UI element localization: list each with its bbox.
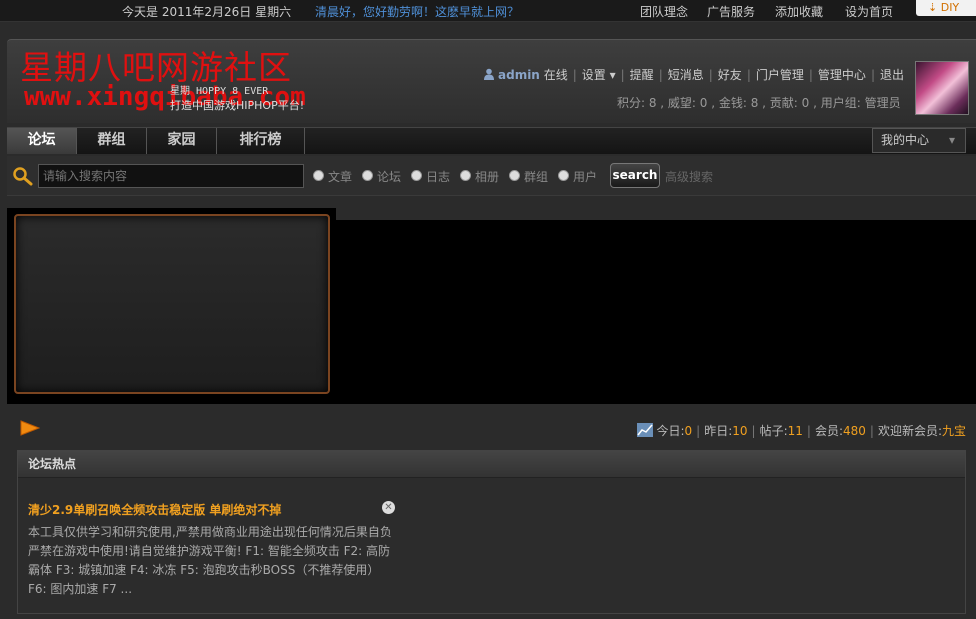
newest-member-label: 欢迎新会员: bbox=[877, 424, 942, 438]
search-type-blog-label: 日志 bbox=[426, 170, 451, 184]
user-menu: admin 在线 | 设置 ▾ | 提醒 | 短消息 | 好友 | 门户管理 | 管理中心 | 退出 bbox=[483, 66, 904, 83]
nav-tab-ranking[interactable]: 排行榜 bbox=[217, 128, 305, 154]
online-status: 在线 bbox=[543, 68, 568, 82]
chevron-down-icon: ▾ bbox=[948, 133, 955, 147]
search-type-album-radio[interactable] bbox=[460, 170, 471, 181]
notifications-link[interactable]: 提醒 bbox=[630, 68, 654, 82]
search-type-group-label: 群组 bbox=[524, 170, 549, 184]
admin-center-link[interactable]: 管理中心 bbox=[818, 68, 866, 82]
logout-link[interactable]: 退出 bbox=[880, 68, 904, 82]
members-label: 会员: bbox=[814, 424, 843, 438]
hot-topics-heading: 论坛热点 bbox=[18, 451, 965, 478]
date-text: 今天是 2011年2月26日 星期六 bbox=[122, 5, 292, 19]
arrow-down-icon: ⇣ bbox=[928, 1, 938, 14]
nav-tab-home[interactable]: 家园 bbox=[147, 128, 217, 154]
slogan-line-1: 星期 HOPPY 8 EVER bbox=[170, 86, 269, 97]
yesterday-label: 昨日: bbox=[704, 424, 733, 438]
settings-label: 设置 bbox=[581, 68, 606, 82]
my-center-label: 我的中心 bbox=[881, 133, 930, 147]
caret-down-icon: ▾ bbox=[609, 68, 616, 82]
search-button[interactable]: search bbox=[610, 163, 660, 188]
my-center-dropdown[interactable]: 我的中心 ▾ bbox=[872, 128, 966, 153]
posts-label: 帖子: bbox=[759, 424, 788, 438]
search-type-group-radio[interactable] bbox=[509, 170, 520, 181]
today-label: 今日: bbox=[656, 424, 685, 438]
diy-label: DIY bbox=[940, 1, 960, 14]
search-type-article-radio[interactable] bbox=[313, 170, 324, 181]
search-type-user-radio[interactable] bbox=[558, 170, 569, 181]
search-type-article-label: 文章 bbox=[328, 170, 353, 184]
advanced-search-link[interactable]: 高级搜索 bbox=[665, 168, 713, 185]
username-link[interactable]: admin bbox=[498, 68, 540, 82]
user-icon bbox=[484, 68, 494, 80]
search-type-forum-label: 论坛 bbox=[377, 170, 402, 184]
search-type-forum-radio[interactable] bbox=[362, 170, 373, 181]
portal-admin-link[interactable]: 门户管理 bbox=[756, 68, 804, 82]
members-count: 480 bbox=[842, 424, 866, 438]
set-homepage-link[interactable]: 设为首页 bbox=[845, 3, 893, 20]
settings-menu[interactable]: 设置 ▾ bbox=[582, 68, 616, 82]
newest-member-link[interactable]: 九宝 bbox=[942, 424, 966, 438]
diy-button[interactable]: ⇣ DIY bbox=[916, 0, 976, 16]
play-icon[interactable] bbox=[20, 420, 40, 436]
avatar[interactable] bbox=[915, 61, 969, 115]
today-count: 0 bbox=[684, 424, 693, 438]
search-type-blog-radio[interactable] bbox=[411, 170, 422, 181]
bookmark-link[interactable]: 添加收藏 bbox=[775, 3, 823, 20]
greeting-text: 清晨好，您好勤劳啊！这麽早就上网？ bbox=[315, 5, 520, 19]
hot-post-excerpt: 本工具仅供学习和研究使用,严禁用做商业用途出现任何情况后果自负 严禁在游戏中使用… bbox=[28, 525, 392, 596]
close-icon[interactable]: ✕ bbox=[382, 501, 395, 514]
slideshow-frame[interactable] bbox=[14, 214, 330, 394]
search-type-album-label: 相册 bbox=[475, 170, 500, 184]
site-stats: 今日:0 | 昨日:10 | 帖子:11 | 会员:480 | 欢迎新会员:九宝 bbox=[636, 422, 966, 439]
nav-tab-forum[interactable]: 论坛 bbox=[7, 128, 77, 154]
team-link[interactable]: 团队理念 bbox=[640, 3, 688, 20]
ads-link[interactable]: 广告服务 bbox=[707, 3, 755, 20]
hot-post-title[interactable]: 清少2.9单刷召唤全频攻击稳定版 单刷绝对不掉 bbox=[28, 501, 281, 518]
messages-link[interactable]: 短消息 bbox=[668, 68, 704, 82]
user-stats: 积分: 8 , 威望: 0 , 金钱: 8 , 贡献: 0 , 用户组: 管理员 bbox=[617, 96, 901, 110]
search-input[interactable] bbox=[38, 164, 304, 188]
search-icon bbox=[13, 167, 33, 186]
posts-count: 11 bbox=[787, 424, 803, 438]
banner-gap bbox=[336, 208, 976, 220]
search-type-user-label: 用户 bbox=[573, 170, 598, 184]
nav-tab-groups[interactable]: 群组 bbox=[77, 128, 147, 154]
slogan-line-2: 打造中国游戏HIPHOP平台! bbox=[170, 99, 305, 112]
chart-icon bbox=[636, 423, 653, 437]
friends-link[interactable]: 好友 bbox=[718, 68, 742, 82]
yesterday-count: 10 bbox=[732, 424, 748, 438]
